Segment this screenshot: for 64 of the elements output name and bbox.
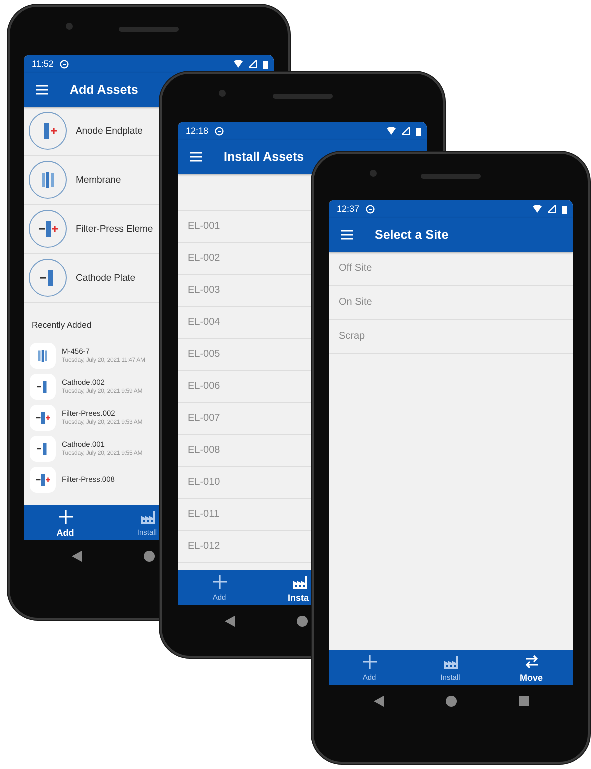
signal-icon: [249, 60, 257, 68]
list-item-label: EL-011: [188, 509, 220, 520]
battery-icon: [263, 60, 268, 68]
screen-title: Install Assets: [224, 150, 304, 164]
wifi-icon: [533, 205, 542, 213]
signal-icon: [548, 205, 556, 213]
list-item[interactable]: Off Site: [329, 252, 573, 286]
asset-type-label: Cathode Plate: [76, 272, 136, 284]
list-item-label: EL-012: [188, 541, 220, 552]
section-title: Recently Added: [31, 319, 93, 332]
menu-icon[interactable]: [190, 152, 202, 162]
sync-icon: [366, 204, 375, 214]
wifi-icon: [387, 127, 396, 135]
menu-icon[interactable]: [341, 230, 353, 240]
plus-icon: [210, 573, 228, 591]
home-icon[interactable]: [144, 550, 154, 562]
list-item-label: EL-010: [188, 477, 220, 488]
asset-type-label: Filter-Press Eleme: [76, 224, 154, 234]
list-item-label: Scrap: [339, 331, 366, 342]
plus-icon: [360, 653, 378, 671]
nav-tab[interactable]: Add: [24, 505, 107, 540]
list-item-label: On Site: [339, 297, 372, 308]
list-item-label: EL-008: [188, 445, 220, 456]
wifi-icon: [234, 60, 243, 68]
status-time: 12:37: [337, 204, 360, 214]
front-camera: [370, 170, 377, 177]
nav-tab[interactable]: Move: [491, 650, 572, 685]
speaker-grille: [421, 174, 481, 179]
list-item-label: Off Site: [339, 263, 372, 274]
sync-icon: [60, 60, 69, 68]
status-time: 11:52: [32, 59, 54, 69]
back-icon[interactable]: [374, 696, 384, 706]
recents-icon[interactable]: [518, 696, 528, 706]
menu-icon[interactable]: [36, 85, 48, 95]
list-item-label: EL-005: [188, 349, 220, 360]
list-item-label: EL-006: [188, 381, 220, 392]
plus-icon: [56, 508, 74, 526]
signal-icon: [402, 127, 410, 135]
front-camera: [66, 23, 73, 30]
sync-icon: [214, 126, 224, 136]
speaker-grille: [272, 94, 332, 99]
list-item-label: EL-001: [188, 221, 220, 232]
list-item[interactable]: On Site: [329, 286, 573, 320]
home-icon[interactable]: [446, 696, 456, 706]
asset-type-label: Membrane: [76, 174, 122, 186]
nav-tab[interactable]: Insta: [261, 570, 312, 605]
home-icon[interactable]: [297, 616, 308, 626]
list-item-label: EL-002: [188, 253, 220, 264]
asset-type-label: Anode Endplate: [76, 126, 143, 136]
list-item-label: EL-004: [188, 317, 220, 328]
battery-icon: [416, 126, 421, 136]
front-camera: [219, 90, 226, 97]
list-item[interactable]: Scrap: [329, 320, 573, 354]
list-item-label: EL-007: [188, 413, 220, 424]
back-icon[interactable]: [72, 550, 82, 562]
list-item-label: EL-003: [188, 285, 220, 296]
back-icon[interactable]: [225, 616, 235, 626]
factory-icon: [139, 508, 157, 526]
battery-icon: [562, 204, 567, 214]
speaker-grille: [119, 27, 179, 32]
screen-title: Select a Site: [375, 228, 449, 242]
status-time: 12:18: [186, 126, 209, 136]
factory-icon: [442, 653, 460, 671]
screen-title: Add Assets: [70, 83, 138, 97]
